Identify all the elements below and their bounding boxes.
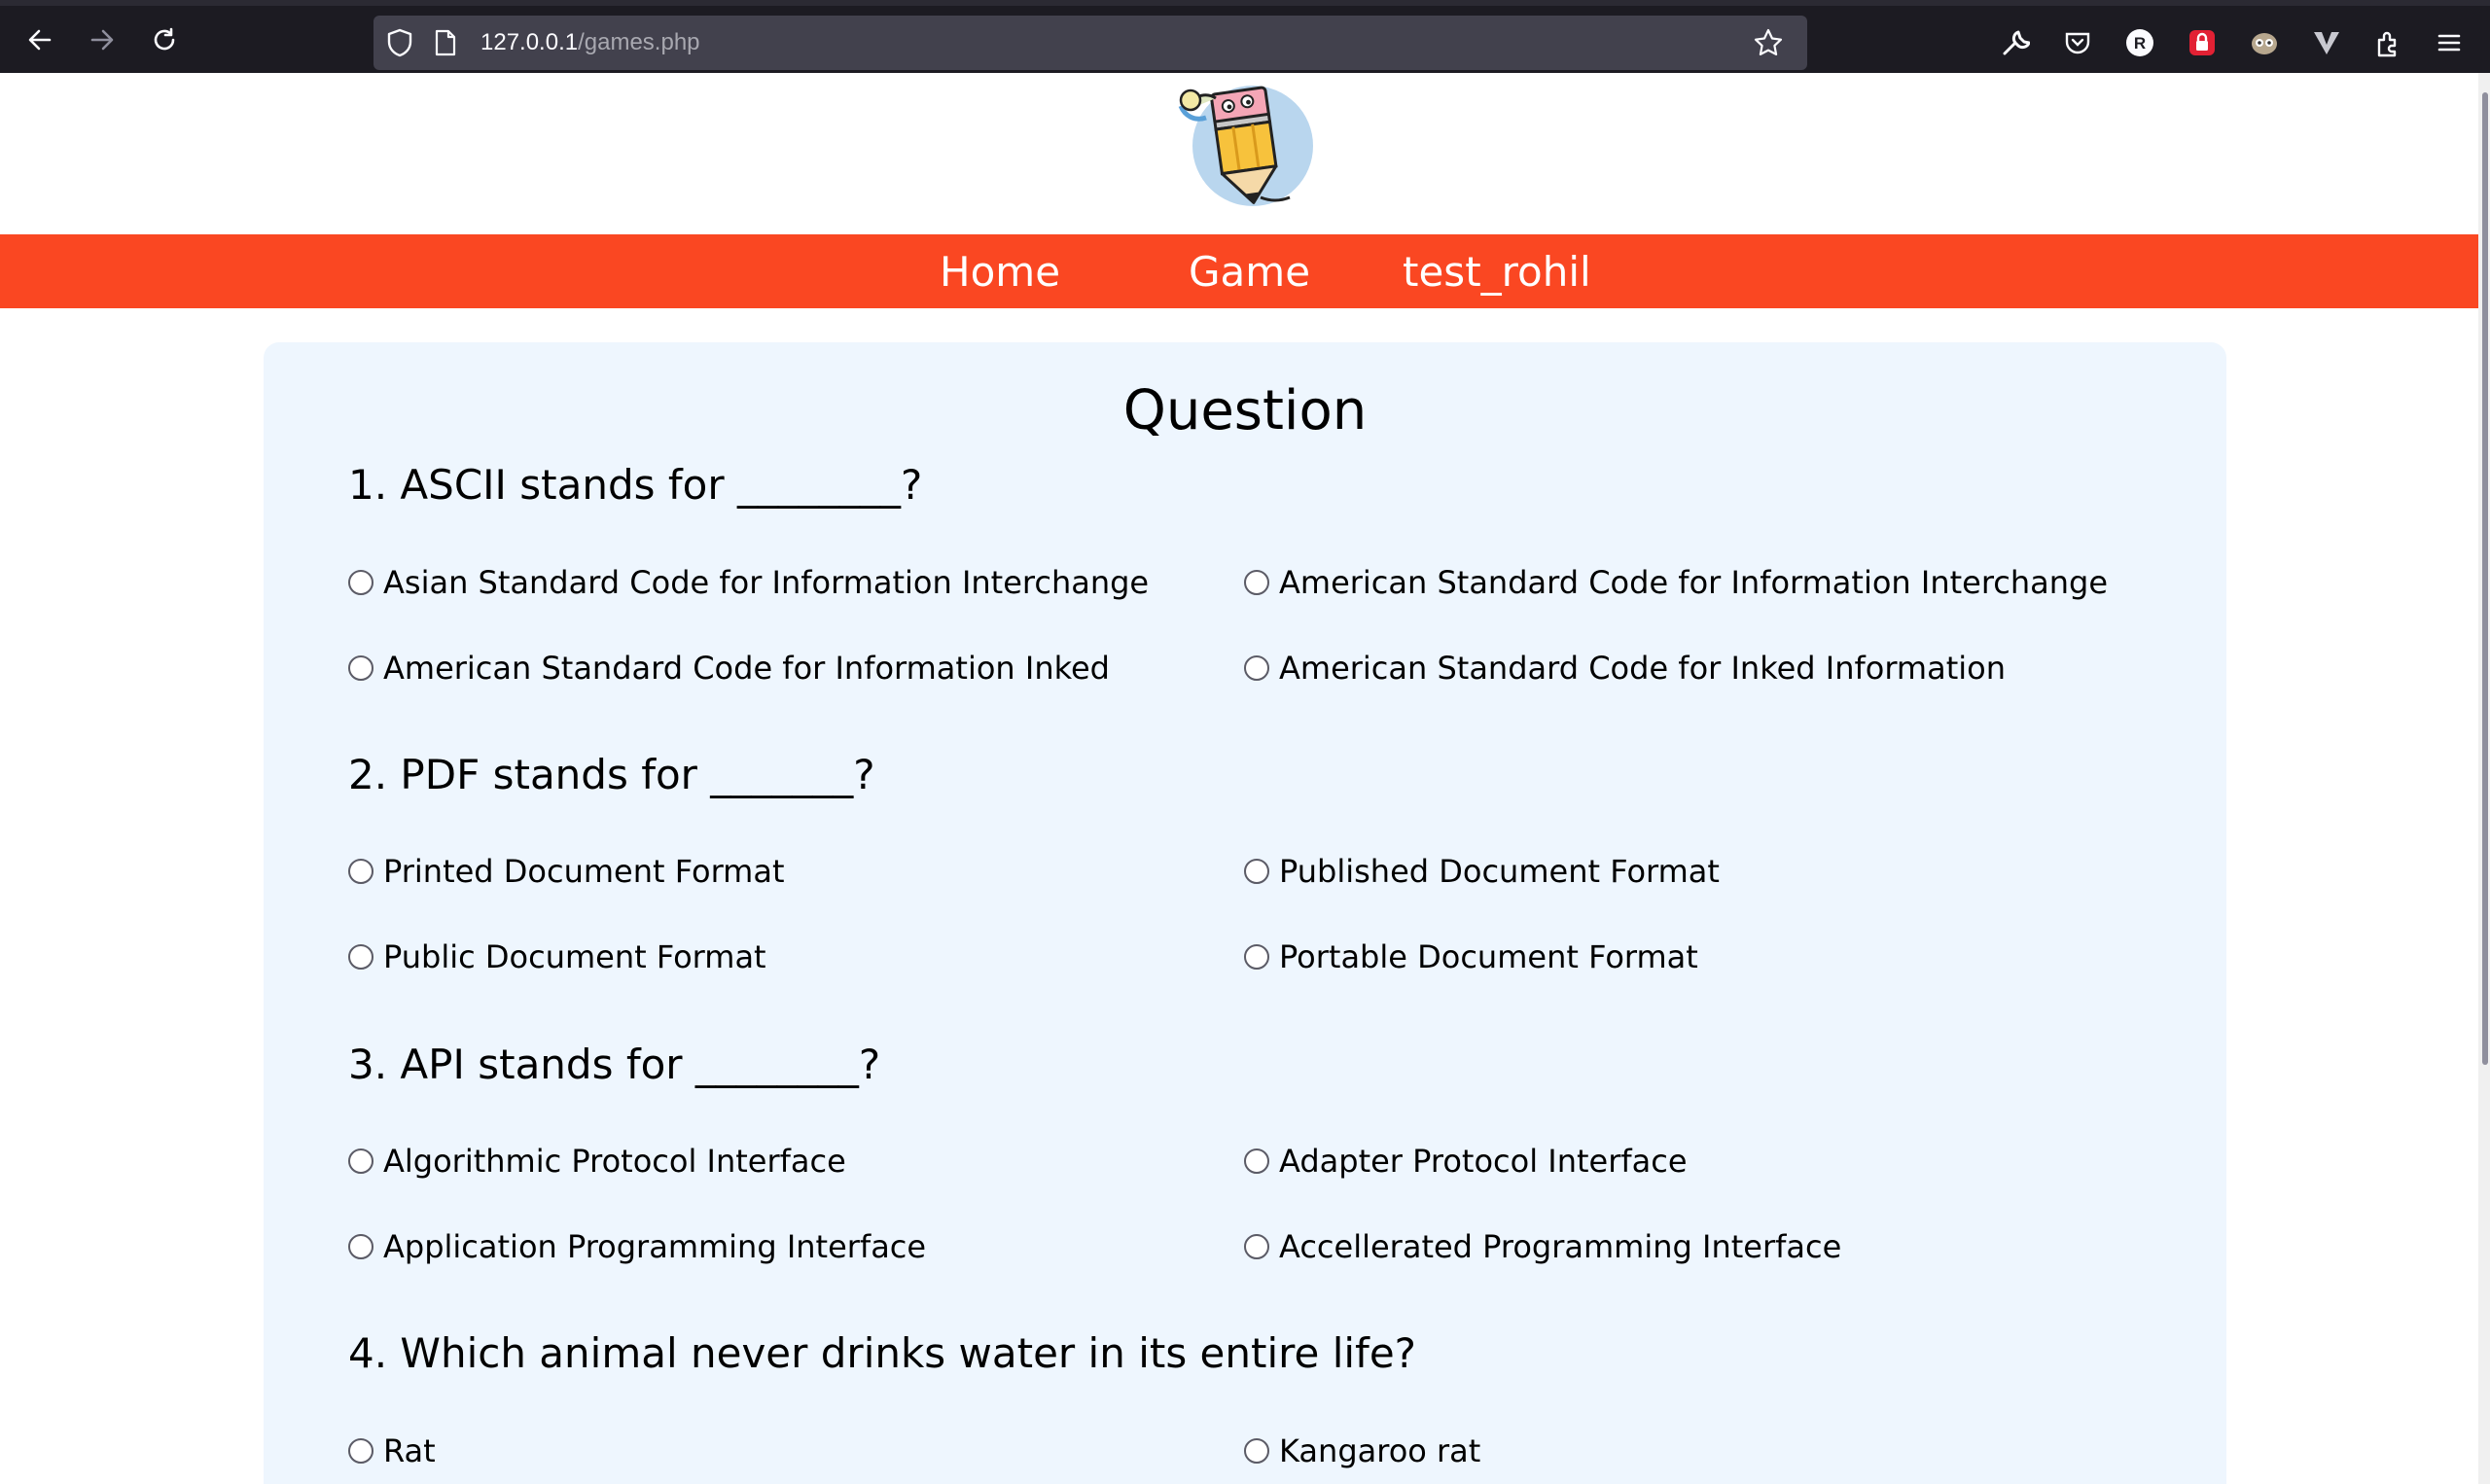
url-host: 127.0.0.1 [480, 29, 579, 55]
q4-option-b-label: Kangaroo rat [1279, 1432, 1481, 1469]
q1-option-c-radio[interactable] [348, 655, 374, 681]
bookmark-star-icon[interactable] [1753, 27, 1784, 63]
question-1-text: 1. ASCII stands for ________? [348, 461, 923, 509]
pencil-mascot-logo[interactable] [1167, 73, 1323, 214]
q3-option-c-label: Application Programming Interface [383, 1228, 927, 1265]
question-4-text: 4. Which animal never drinks water in it… [348, 1329, 1416, 1377]
quiz-card: Question 1. ASCII stands for ________? A… [264, 342, 2226, 1484]
q1-option-d-radio[interactable] [1244, 655, 1269, 681]
lock-extension-icon[interactable] [2187, 27, 2218, 58]
url-text[interactable]: 127.0.0.1/games.php [480, 29, 700, 56]
wrench-icon[interactable] [2000, 27, 2031, 58]
browser-toolbar: 127.0.0.1/games.php R [0, 0, 2490, 73]
q3-option-d-radio[interactable] [1244, 1234, 1269, 1259]
q2-option-d-label: Portable Document Format [1279, 938, 1698, 975]
page-content: Home Game test_rohil Question 1. ASCII s… [0, 73, 2490, 1484]
q4-option-a[interactable]: Rat [348, 1432, 436, 1469]
q3-option-a[interactable]: Algorithmic Protocol Interface [348, 1143, 846, 1180]
q3-option-d-label: Accellerated Programming Interface [1279, 1228, 1842, 1265]
q2-option-a-label: Printed Document Format [383, 853, 785, 890]
nav-game-link[interactable]: Game [1189, 248, 1310, 296]
q4-option-b-radio[interactable] [1244, 1438, 1269, 1464]
q1-option-b-radio[interactable] [1244, 570, 1269, 595]
q2-option-b[interactable]: Published Document Format [1244, 853, 1720, 890]
q2-option-c[interactable]: Public Document Format [348, 938, 766, 975]
svg-text:R: R [2134, 34, 2146, 53]
q3-option-b-label: Adapter Protocol Interface [1279, 1143, 1688, 1180]
main-navbar: Home Game test_rohil [0, 234, 2478, 308]
question-3-text: 3. API stands for ________? [348, 1041, 881, 1088]
q2-option-d-radio[interactable] [1244, 944, 1269, 970]
scrollbar-thumb[interactable] [2482, 92, 2488, 1065]
q2-option-b-radio[interactable] [1244, 859, 1269, 884]
back-icon[interactable] [23, 23, 56, 56]
q3-option-b-radio[interactable] [1244, 1148, 1269, 1174]
q1-option-d[interactable]: American Standard Code for Inked Informa… [1244, 650, 2006, 687]
q2-option-c-radio[interactable] [348, 944, 374, 970]
shield-icon[interactable] [385, 27, 414, 63]
quiz-title: Question [1122, 379, 1368, 442]
q3-option-a-label: Algorithmic Protocol Interface [383, 1143, 846, 1180]
q1-option-b[interactable]: American Standard Code for Information I… [1244, 564, 2108, 601]
mask-extension-icon[interactable] [2249, 27, 2280, 58]
extensions-icon[interactable] [2373, 27, 2404, 58]
reload-icon[interactable] [148, 23, 181, 56]
v-extension-icon[interactable] [2311, 27, 2342, 58]
q3-option-b[interactable]: Adapter Protocol Interface [1244, 1143, 1688, 1180]
question-2-text: 2. PDF stands for _______? [348, 751, 875, 798]
q1-option-c[interactable]: American Standard Code for Information I… [348, 650, 1110, 687]
nav-user-link[interactable]: test_rohil [1403, 248, 1591, 296]
q1-option-a[interactable]: Asian Standard Code for Information Inte… [348, 564, 1149, 601]
q4-option-a-label: Rat [383, 1432, 436, 1469]
q1-option-c-label: American Standard Code for Information I… [383, 650, 1110, 687]
q3-option-c[interactable]: Application Programming Interface [348, 1228, 926, 1265]
q2-option-a-radio[interactable] [348, 859, 374, 884]
profile-r-icon[interactable]: R [2124, 27, 2155, 58]
q3-option-d[interactable]: Accellerated Programming Interface [1244, 1228, 1841, 1265]
pocket-icon[interactable] [2062, 27, 2093, 58]
q3-option-c-radio[interactable] [348, 1234, 374, 1259]
url-path: /games.php [578, 29, 700, 55]
menu-icon[interactable] [2434, 27, 2465, 58]
page-icon [434, 29, 457, 61]
q4-option-a-radio[interactable] [348, 1438, 374, 1464]
q4-option-b[interactable]: Kangaroo rat [1244, 1432, 1480, 1469]
nav-home-link[interactable]: Home [940, 248, 1060, 296]
q1-option-a-radio[interactable] [348, 570, 374, 595]
q1-option-b-label: American Standard Code for Information I… [1279, 564, 2109, 601]
page-scrollbar[interactable] [2478, 73, 2490, 1484]
q1-option-a-label: Asian Standard Code for Information Inte… [383, 564, 1150, 601]
q2-option-d[interactable]: Portable Document Format [1244, 938, 1698, 975]
q1-option-d-label: American Standard Code for Inked Informa… [1279, 650, 2006, 687]
q2-option-a[interactable]: Printed Document Format [348, 853, 785, 890]
q2-option-b-label: Published Document Format [1279, 853, 1720, 890]
q3-option-a-radio[interactable] [348, 1148, 374, 1174]
q2-option-c-label: Public Document Format [383, 938, 766, 975]
forward-icon[interactable] [86, 23, 119, 56]
url-bar[interactable]: 127.0.0.1/games.php [374, 16, 1807, 70]
